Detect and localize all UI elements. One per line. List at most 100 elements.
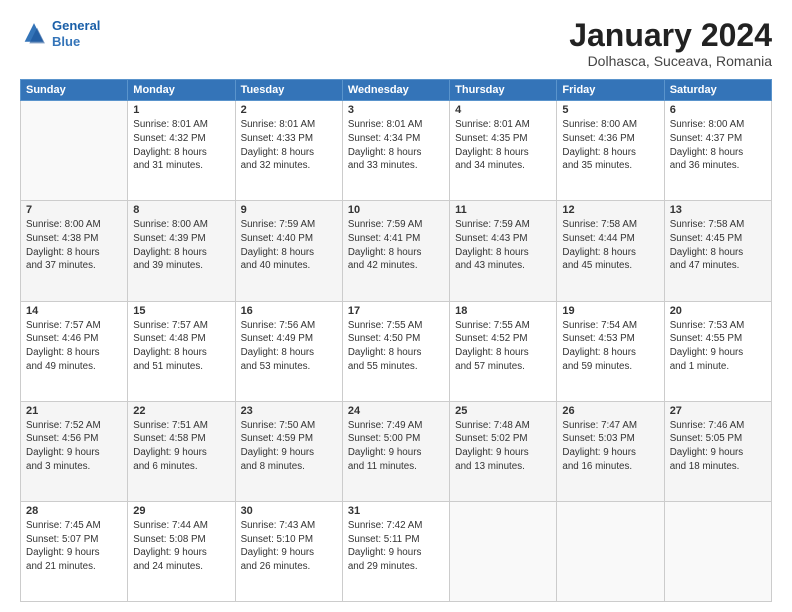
calendar-cell: 11 Sunrise: 7:59 AM Sunset: 4:43 PM Dayli…	[450, 201, 557, 301]
day-info: Sunrise: 7:55 AM Sunset: 4:50 PM Dayligh…	[348, 319, 444, 374]
day-number: 23	[241, 405, 337, 417]
calendar-cell: 27Sunrise: 7:46 AM Sunset: 5:05 PM Dayli…	[664, 401, 771, 501]
day-number: 10	[348, 204, 444, 216]
main-title: January 2024	[569, 18, 772, 53]
calendar-cell: 21 Sunrise: 7:52 AM Sunset: 4:56 PM Dayli…	[21, 401, 128, 501]
title-block: January 2024 Dolhasca, Suceava, Romania	[569, 18, 772, 69]
day-number: 15	[133, 305, 229, 317]
day-number: 19	[562, 305, 658, 317]
day-info: Sunrise: 7:51 AM Sunset: 4:58 PM Dayligh…	[133, 419, 229, 474]
day-info: Sunrise: 7:59 AM Sunset: 4:41 PM Dayligh…	[348, 218, 444, 273]
day-number: 27	[670, 405, 766, 417]
calendar-cell: 24Sunrise: 7:49 AM Sunset: 5:00 PM Dayli…	[342, 401, 449, 501]
day-info: Sunrise: 7:44 AM Sunset: 5:08 PM Dayligh…	[133, 519, 229, 574]
day-info: Sunrise: 8:00 AM Sunset: 4:36 PM Dayligh…	[562, 118, 658, 173]
calendar-cell: 28 Sunrise: 7:45 AM Sunset: 5:07 PM Dayli…	[21, 501, 128, 601]
day-info: Sunrise: 7:47 AM Sunset: 5:03 PM Dayligh…	[562, 419, 658, 474]
calendar-cell: 25 Sunrise: 7:48 AM Sunset: 5:02 PM Dayli…	[450, 401, 557, 501]
logo-icon	[20, 20, 48, 48]
calendar-cell: 7Sunrise: 8:00 AM Sunset: 4:38 PM Daylig…	[21, 201, 128, 301]
day-number: 2	[241, 104, 337, 116]
calendar-cell: 13Sunrise: 7:58 AM Sunset: 4:45 PM Dayli…	[664, 201, 771, 301]
day-number: 29	[133, 505, 229, 517]
day-info: Sunrise: 7:50 AM Sunset: 4:59 PM Dayligh…	[241, 419, 337, 474]
day-info: Sunrise: 7:53 AM Sunset: 4:55 PM Dayligh…	[670, 319, 766, 374]
day-info: Sunrise: 7:59 AM Sunset: 4:43 PM Dayligh…	[455, 218, 551, 273]
calendar-cell: 22Sunrise: 7:51 AM Sunset: 4:58 PM Dayli…	[128, 401, 235, 501]
day-number: 18	[455, 305, 551, 317]
day-number: 13	[670, 204, 766, 216]
day-number: 1	[133, 104, 229, 116]
calendar-cell	[450, 501, 557, 601]
day-info: Sunrise: 8:01 AM Sunset: 4:34 PM Dayligh…	[348, 118, 444, 173]
calendar-cell: 8 Sunrise: 8:00 AM Sunset: 4:39 PM Daylig…	[128, 201, 235, 301]
day-info: Sunrise: 8:01 AM Sunset: 4:35 PM Dayligh…	[455, 118, 551, 173]
calendar-cell: 4 Sunrise: 8:01 AM Sunset: 4:35 PM Daylig…	[450, 101, 557, 201]
day-number: 8	[133, 204, 229, 216]
calendar-week: 28 Sunrise: 7:45 AM Sunset: 5:07 PM Dayli…	[21, 501, 772, 601]
page: General Blue January 2024 Dolhasca, Suce…	[0, 0, 792, 612]
day-number: 9	[241, 204, 337, 216]
day-info: Sunrise: 8:00 AM Sunset: 4:39 PM Dayligh…	[133, 218, 229, 273]
calendar-cell: 26 Sunrise: 7:47 AM Sunset: 5:03 PM Dayli…	[557, 401, 664, 501]
day-number: 25	[455, 405, 551, 417]
day-number: 12	[562, 204, 658, 216]
day-number: 31	[348, 505, 444, 517]
calendar-cell: 5 Sunrise: 8:00 AM Sunset: 4:36 PM Daylig…	[557, 101, 664, 201]
calendar-cell: 1 Sunrise: 8:01 AM Sunset: 4:32 PM Daylig…	[128, 101, 235, 201]
calendar-week: 14Sunrise: 7:57 AM Sunset: 4:46 PM Dayli…	[21, 301, 772, 401]
day-number: 21	[26, 405, 122, 417]
calendar-cell: 16Sunrise: 7:56 AM Sunset: 4:49 PM Dayli…	[235, 301, 342, 401]
day-info: Sunrise: 7:52 AM Sunset: 4:56 PM Dayligh…	[26, 419, 122, 474]
calendar-cell: 2Sunrise: 8:01 AM Sunset: 4:33 PM Daylig…	[235, 101, 342, 201]
weekday-header: Saturday	[664, 80, 771, 101]
weekday-header: Friday	[557, 80, 664, 101]
calendar-week: 7Sunrise: 8:00 AM Sunset: 4:38 PM Daylig…	[21, 201, 772, 301]
day-info: Sunrise: 7:57 AM Sunset: 4:48 PM Dayligh…	[133, 319, 229, 374]
day-info: Sunrise: 7:42 AM Sunset: 5:11 PM Dayligh…	[348, 519, 444, 574]
calendar-cell: 9 Sunrise: 7:59 AM Sunset: 4:40 PM Daylig…	[235, 201, 342, 301]
day-number: 26	[562, 405, 658, 417]
calendar-body: 1 Sunrise: 8:01 AM Sunset: 4:32 PM Daylig…	[21, 101, 772, 602]
day-number: 20	[670, 305, 766, 317]
day-info: Sunrise: 8:01 AM Sunset: 4:32 PM Dayligh…	[133, 118, 229, 173]
calendar-cell: 17 Sunrise: 7:55 AM Sunset: 4:50 PM Dayli…	[342, 301, 449, 401]
day-info: Sunrise: 8:00 AM Sunset: 4:38 PM Dayligh…	[26, 218, 122, 273]
calendar-cell	[21, 101, 128, 201]
calendar-cell: 29 Sunrise: 7:44 AM Sunset: 5:08 PM Dayli…	[128, 501, 235, 601]
day-number: 14	[26, 305, 122, 317]
calendar-table: SundayMondayTuesdayWednesdayThursdayFrid…	[20, 79, 772, 602]
day-number: 17	[348, 305, 444, 317]
calendar-cell: 31 Sunrise: 7:42 AM Sunset: 5:11 PM Dayli…	[342, 501, 449, 601]
day-info: Sunrise: 7:48 AM Sunset: 5:02 PM Dayligh…	[455, 419, 551, 474]
day-info: Sunrise: 7:55 AM Sunset: 4:52 PM Dayligh…	[455, 319, 551, 374]
day-info: Sunrise: 7:59 AM Sunset: 4:40 PM Dayligh…	[241, 218, 337, 273]
day-number: 11	[455, 204, 551, 216]
calendar-cell: 6 Sunrise: 8:00 AM Sunset: 4:37 PM Daylig…	[664, 101, 771, 201]
day-number: 3	[348, 104, 444, 116]
day-number: 4	[455, 104, 551, 116]
calendar-cell: 3 Sunrise: 8:01 AM Sunset: 4:34 PM Daylig…	[342, 101, 449, 201]
logo-general: General	[52, 18, 100, 33]
day-info: Sunrise: 7:45 AM Sunset: 5:07 PM Dayligh…	[26, 519, 122, 574]
calendar-cell: 23 Sunrise: 7:50 AM Sunset: 4:59 PM Dayli…	[235, 401, 342, 501]
calendar-week: 21 Sunrise: 7:52 AM Sunset: 4:56 PM Dayli…	[21, 401, 772, 501]
calendar-cell: 10 Sunrise: 7:59 AM Sunset: 4:41 PM Dayli…	[342, 201, 449, 301]
day-number: 5	[562, 104, 658, 116]
weekday-header: Monday	[128, 80, 235, 101]
subtitle: Dolhasca, Suceava, Romania	[569, 53, 772, 69]
weekday-header: Wednesday	[342, 80, 449, 101]
weekday-header: Thursday	[450, 80, 557, 101]
weekday-header: Sunday	[21, 80, 128, 101]
header-row: SundayMondayTuesdayWednesdayThursdayFrid…	[21, 80, 772, 101]
calendar-week: 1 Sunrise: 8:01 AM Sunset: 4:32 PM Daylig…	[21, 101, 772, 201]
day-number: 6	[670, 104, 766, 116]
calendar-cell	[557, 501, 664, 601]
calendar-cell: 14Sunrise: 7:57 AM Sunset: 4:46 PM Dayli…	[21, 301, 128, 401]
header: General Blue January 2024 Dolhasca, Suce…	[20, 18, 772, 69]
calendar-cell: 30Sunrise: 7:43 AM Sunset: 5:10 PM Dayli…	[235, 501, 342, 601]
day-number: 28	[26, 505, 122, 517]
day-info: Sunrise: 8:00 AM Sunset: 4:37 PM Dayligh…	[670, 118, 766, 173]
day-info: Sunrise: 7:56 AM Sunset: 4:49 PM Dayligh…	[241, 319, 337, 374]
day-info: Sunrise: 7:58 AM Sunset: 4:44 PM Dayligh…	[562, 218, 658, 273]
